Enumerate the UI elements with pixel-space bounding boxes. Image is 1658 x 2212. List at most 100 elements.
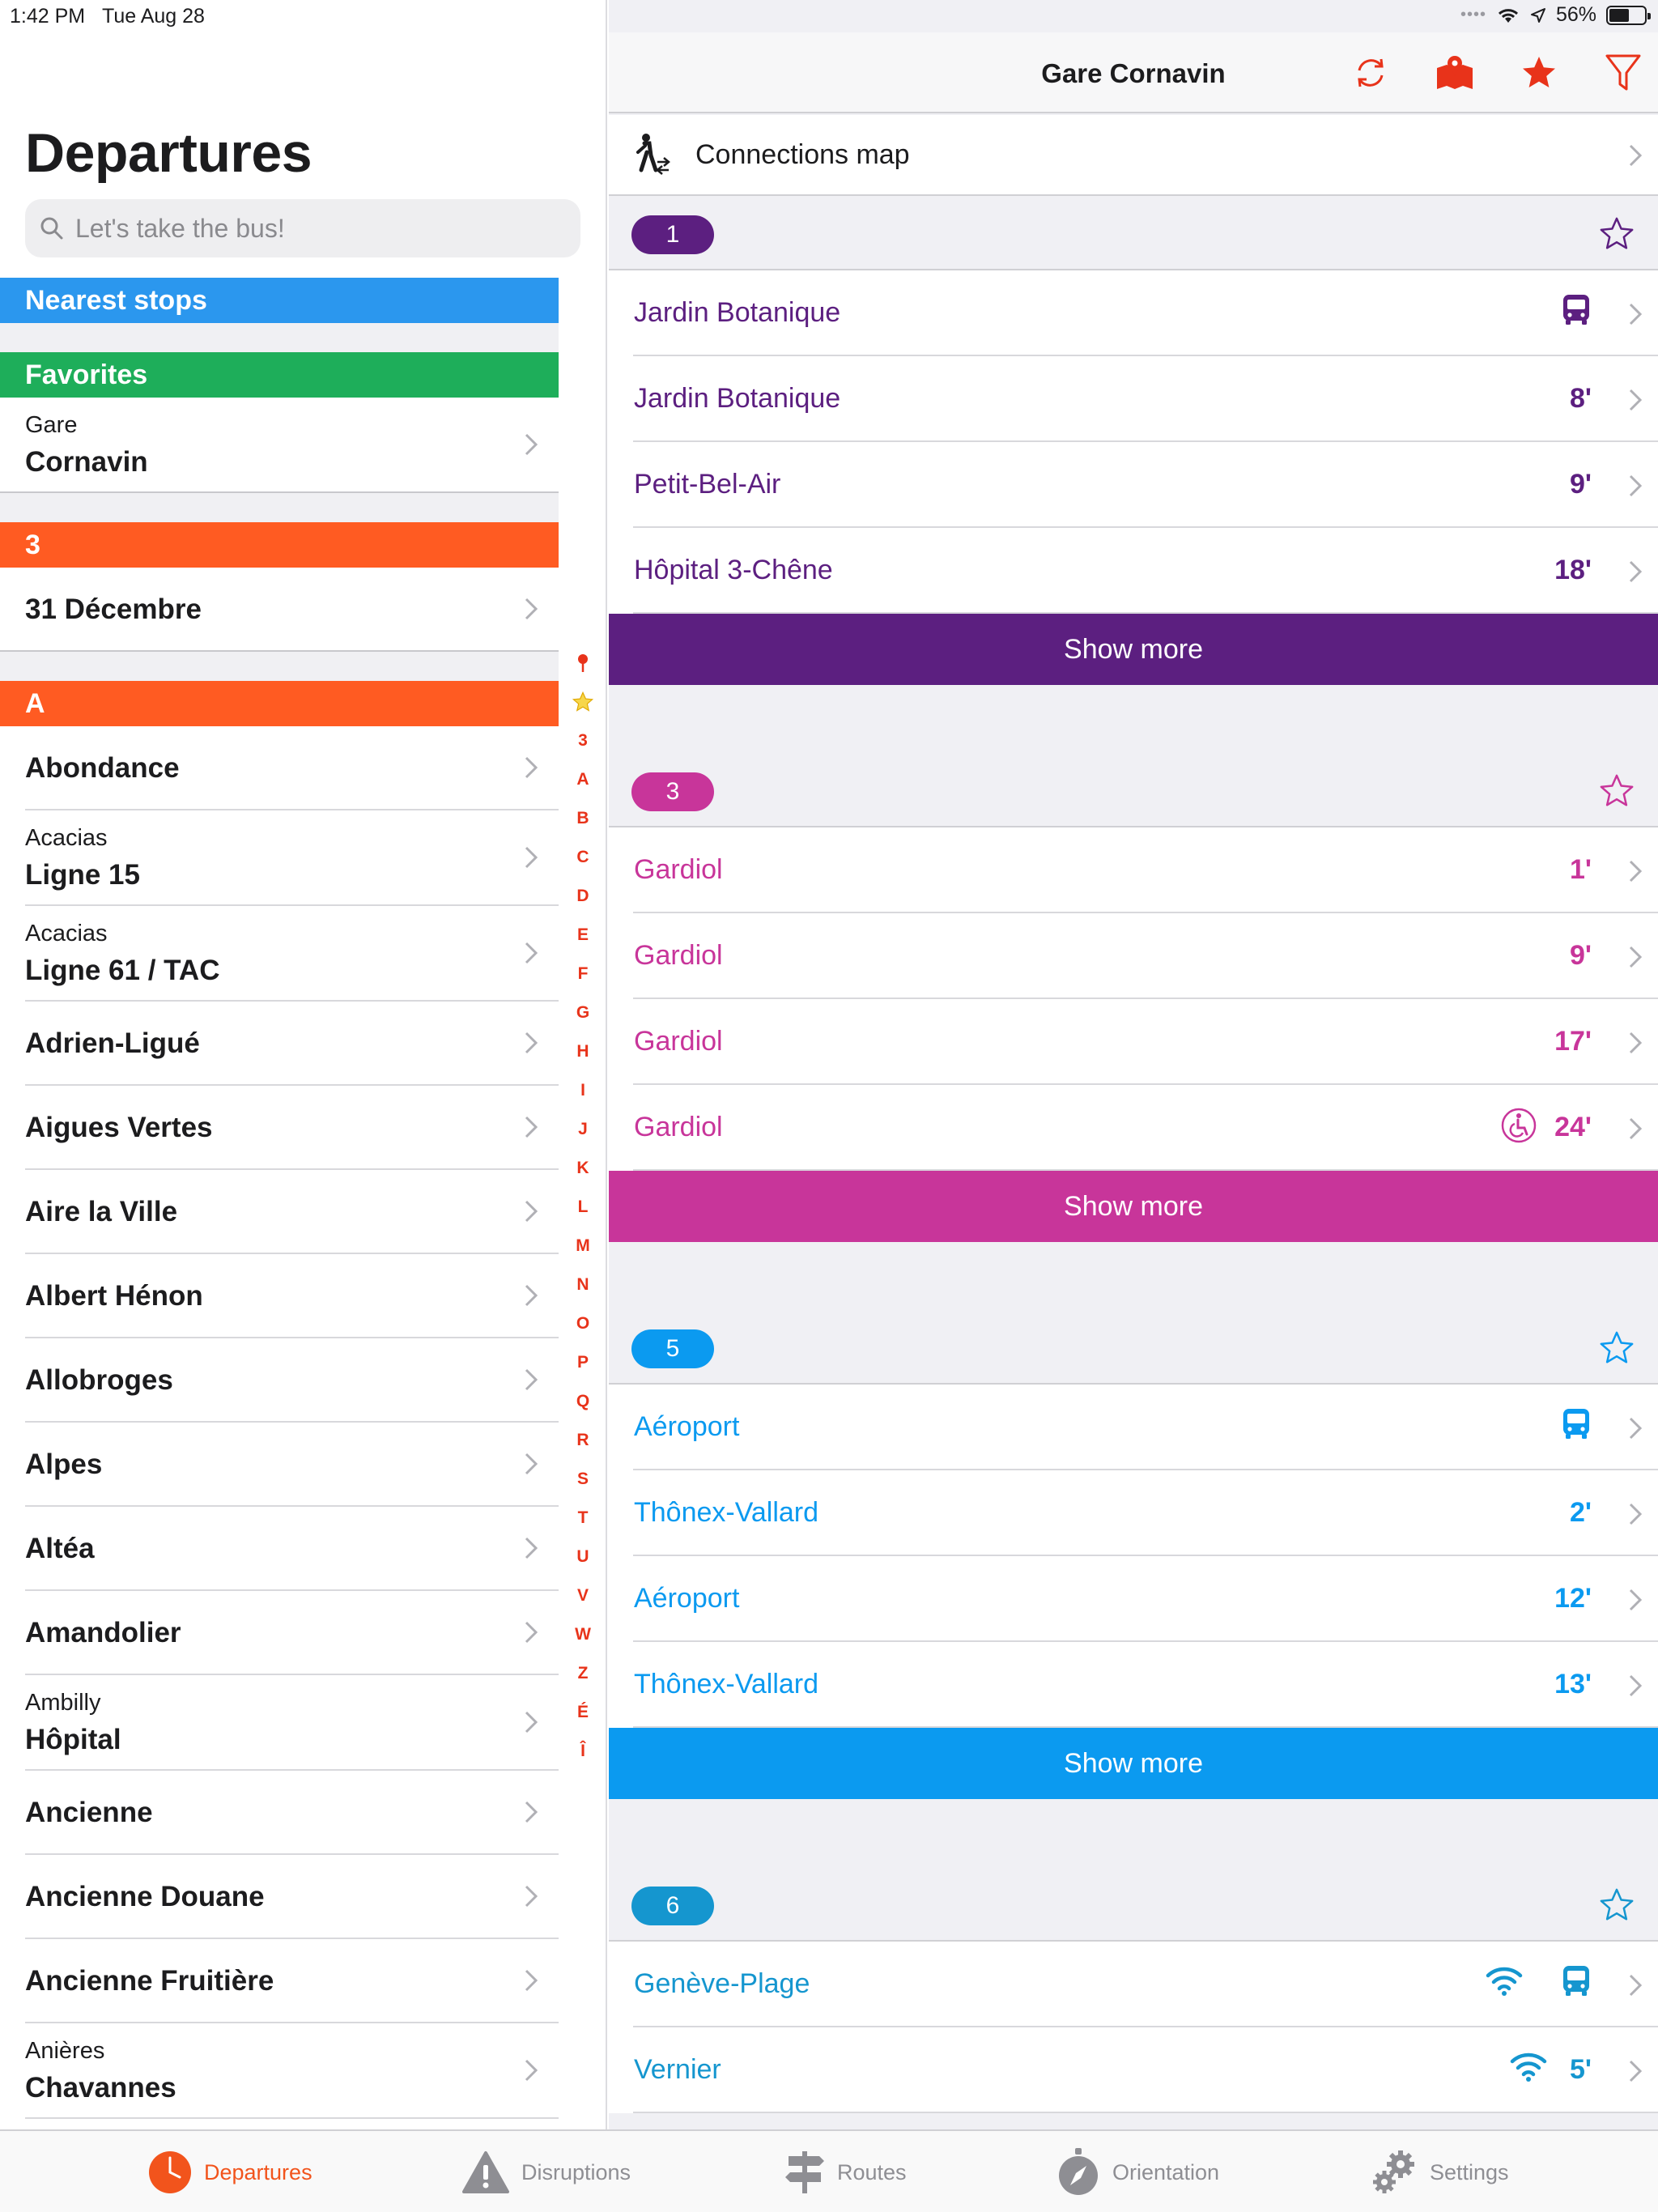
stop-row[interactable]: Acacias Ligne 15 bbox=[25, 810, 559, 906]
line-block: 3 Gardiol 1' Gardiol 9' Gardiol 17' Gard… bbox=[609, 755, 1658, 1242]
departure-time: 24' bbox=[1554, 1112, 1592, 1142]
index-letter[interactable]: N bbox=[567, 1266, 599, 1304]
map-button[interactable] bbox=[1430, 50, 1480, 96]
index-letter[interactable]: C bbox=[567, 838, 599, 877]
stop-row[interactable]: Ancienne bbox=[25, 1771, 559, 1855]
chevron-right-icon bbox=[525, 2059, 538, 2082]
chevron-right-icon bbox=[525, 1711, 538, 1733]
chevron-right-icon bbox=[525, 1537, 538, 1559]
index-letter[interactable]: O bbox=[567, 1304, 599, 1343]
departure-time: 17' bbox=[1554, 1026, 1592, 1057]
index-letter[interactable]: R bbox=[567, 1421, 599, 1460]
index-letter[interactable]: W bbox=[567, 1615, 599, 1654]
index-letter[interactable]: V bbox=[567, 1576, 599, 1615]
index-letter[interactable]: L bbox=[567, 1188, 599, 1227]
departure-row[interactable]: Thônex-Vallard 13' bbox=[609, 1642, 1658, 1728]
search-bar[interactable] bbox=[25, 199, 580, 257]
departure-row[interactable]: Aéroport bbox=[609, 1385, 1658, 1470]
stop-row[interactable]: Anières Chavannes bbox=[25, 2023, 559, 2119]
index-letter[interactable]: É bbox=[567, 1693, 599, 1732]
index-letter[interactable]: G bbox=[567, 993, 599, 1032]
index-letter[interactable]: J bbox=[567, 1110, 599, 1149]
stop-row[interactable]: Alpes bbox=[25, 1423, 559, 1507]
chevron-right-icon bbox=[1629, 560, 1642, 583]
stop-row[interactable]: Albert Hénon bbox=[25, 1254, 559, 1338]
stop-row-31-decembre[interactable]: 31 Décembre bbox=[0, 568, 559, 652]
line-favorite-button[interactable] bbox=[1598, 215, 1635, 257]
show-more-button[interactable]: Show more bbox=[609, 1171, 1658, 1242]
index-letter[interactable]: A bbox=[567, 760, 599, 799]
stop-row[interactable]: Abondance bbox=[25, 726, 559, 810]
index-letter[interactable]: Q bbox=[567, 1382, 599, 1421]
search-input[interactable] bbox=[75, 213, 561, 244]
departure-row[interactable]: Genève-Plage bbox=[609, 1942, 1658, 2027]
index-letter[interactable]: U bbox=[567, 1538, 599, 1576]
line-block: 1 Jardin Botanique Jardin Botanique 8' P… bbox=[609, 198, 1658, 685]
stop-row[interactable]: Allobroges bbox=[25, 1338, 559, 1423]
departure-row[interactable]: Jardin Botanique bbox=[609, 270, 1658, 356]
index-letter[interactable]: K bbox=[567, 1149, 599, 1188]
index-letter[interactable]: 3 bbox=[567, 721, 599, 760]
stop-name: Ancienne Fruitière bbox=[25, 1965, 274, 1997]
index-letter[interactable]: Î bbox=[567, 1732, 599, 1771]
favorite-stop-row[interactable]: Gare Cornavin bbox=[0, 398, 559, 493]
index-letter[interactable]: Z bbox=[567, 1654, 599, 1693]
tab-disruptions[interactable]: Disruptions bbox=[461, 2131, 631, 2212]
line-favorite-button[interactable] bbox=[1598, 1329, 1635, 1371]
line-favorite-button[interactable] bbox=[1598, 1887, 1635, 1928]
tab-settings[interactable]: Settings bbox=[1370, 2131, 1509, 2212]
departure-row[interactable]: Gardiol 1' bbox=[609, 827, 1658, 913]
index-letter[interactable]: P bbox=[567, 1343, 599, 1382]
departure-row[interactable]: Gardiol 24' bbox=[609, 1085, 1658, 1171]
stop-row[interactable]: Adrien-Ligué bbox=[25, 1002, 559, 1086]
stop-row[interactable]: Amandolier bbox=[25, 1591, 559, 1675]
show-more-button[interactable]: Show more bbox=[609, 1728, 1658, 1799]
departure-row[interactable]: Petit-Bel-Air 9' bbox=[609, 442, 1658, 528]
filter-button[interactable] bbox=[1598, 50, 1648, 96]
tab-departures[interactable]: Departures bbox=[147, 2131, 312, 2212]
index-star-icon[interactable] bbox=[567, 683, 599, 721]
section-index-bar[interactable]: 3ABCDEFGHIJKLMNOPQRSTUVWZÉÎ bbox=[567, 644, 599, 1771]
stop-row[interactable]: Ancienne Fruitière bbox=[25, 1939, 559, 2023]
index-location-icon[interactable] bbox=[567, 644, 599, 683]
index-letter[interactable]: D bbox=[567, 877, 599, 916]
departure-row[interactable]: Thônex-Vallard 2' bbox=[609, 1470, 1658, 1556]
tab-routes[interactable]: Routes bbox=[784, 2131, 907, 2212]
destination: Gardiol bbox=[634, 940, 723, 971]
connections-map-row[interactable]: Connections map bbox=[609, 115, 1658, 196]
stop-row[interactable]: Aire la Ville bbox=[25, 1170, 559, 1254]
line-favorite-button[interactable] bbox=[1598, 772, 1635, 814]
refresh-button[interactable] bbox=[1346, 50, 1396, 96]
show-more-button[interactable]: Show more bbox=[609, 614, 1658, 685]
section-gap bbox=[0, 652, 559, 681]
stop-row[interactable]: Altéa bbox=[25, 1507, 559, 1591]
signpost-icon bbox=[785, 2151, 824, 2193]
index-letter[interactable]: S bbox=[567, 1460, 599, 1499]
index-letter[interactable]: E bbox=[567, 916, 599, 955]
tab-bar: Departures Disruptions Routes Orientatio… bbox=[0, 2129, 1658, 2212]
departure-row[interactable]: Gardiol 9' bbox=[609, 913, 1658, 999]
destination: Aéroport bbox=[634, 1583, 740, 1614]
departure-row[interactable]: Aéroport 12' bbox=[609, 1556, 1658, 1642]
index-letter[interactable]: T bbox=[567, 1499, 599, 1538]
index-letter[interactable]: F bbox=[567, 955, 599, 993]
battery-icon bbox=[1606, 5, 1651, 25]
tab-orientation[interactable]: Orientation bbox=[1056, 2131, 1219, 2212]
index-letter[interactable]: M bbox=[567, 1227, 599, 1266]
departure-row[interactable]: Vernier 5' bbox=[609, 2027, 1658, 2113]
index-letter[interactable]: I bbox=[567, 1071, 599, 1110]
stop-row[interactable]: Acacias Ligne 61 / TAC bbox=[25, 906, 559, 1002]
departure-row[interactable]: Jardin Botanique 8' bbox=[609, 356, 1658, 442]
stop-row[interactable]: Ambilly Hôpital bbox=[25, 1675, 559, 1771]
departures-panel: Gare Cornavin Connections map 1 Jardin B… bbox=[609, 0, 1658, 2129]
stop-row[interactable]: Ancienne Douane bbox=[25, 1855, 559, 1939]
stop-name: Albert Hénon bbox=[25, 1280, 203, 1312]
favorite-button[interactable] bbox=[1514, 50, 1564, 96]
index-letter[interactable]: H bbox=[567, 1032, 599, 1071]
bus-icon bbox=[1561, 1407, 1592, 1444]
stop-row[interactable]: Aigues Vertes bbox=[25, 1086, 559, 1170]
departure-row[interactable]: Hôpital 3-Chêne 18' bbox=[609, 528, 1658, 614]
departure-row[interactable]: Gardiol 17' bbox=[609, 999, 1658, 1085]
index-letter[interactable]: B bbox=[567, 799, 599, 838]
section-nearest-stops[interactable]: Nearest stops bbox=[0, 278, 559, 323]
